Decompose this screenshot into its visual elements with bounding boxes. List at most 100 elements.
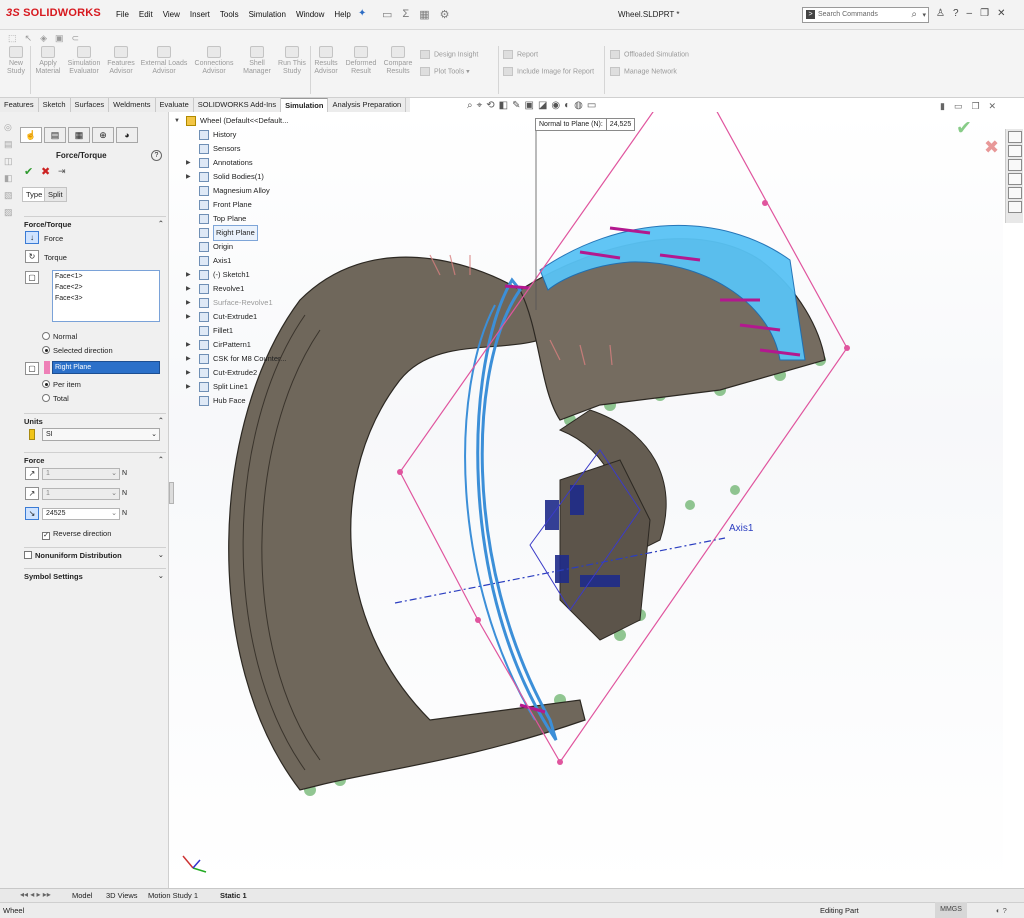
wheel-rim-surface[interactable] [228,256,586,791]
menu-insert[interactable]: Insert [185,10,215,19]
expand-icon[interactable]: ▶ [186,282,191,296]
graphics-area[interactable] [169,99,1003,888]
material-icon[interactable]: ▨ [4,207,16,218]
hide-show-items-icon[interactable]: ◉ [551,100,560,111]
chevron-down-icon[interactable]: ⌄ [158,550,164,559]
annotation-icon[interactable]: ◧ [4,173,16,184]
pushpin-icon[interactable]: ⇥ [58,166,66,177]
group-force[interactable]: Force ⌃ [24,452,166,465]
design-library-icon[interactable] [1007,145,1022,157]
help-icon[interactable]: ? [151,150,162,161]
group-symbol-settings[interactable]: Symbol Settings ⌄ [24,568,166,581]
panel-splitter-handle[interactable] [169,482,174,504]
compare-results-button[interactable]: Compare Results [382,46,414,76]
minimize-icon[interactable]: – [967,8,973,19]
radio-circle[interactable] [42,394,50,402]
manage-network-button[interactable]: Manage Network [610,67,677,76]
viewport-minimize-icon[interactable]: ▭ [954,101,963,112]
save-icon[interactable]: ▣ [55,33,64,44]
tab-surfaces[interactable]: Surfaces [71,98,110,112]
expand-icon[interactable]: ▶ [186,156,191,170]
radio-circle[interactable] [42,346,50,354]
report-button[interactable]: Report [503,50,538,59]
options-gear-icon[interactable]: ⚙ [440,8,450,21]
restore-icon[interactable]: ❐ [980,8,989,19]
chevron-up-icon[interactable]: ⌃ [158,219,164,228]
solidworks-logo[interactable]: 3S SOLIDWORKS [6,7,101,19]
smart-dimension-icon[interactable]: ◈ [40,33,47,44]
history-icon[interactable]: ▤ [4,139,16,150]
custom-properties-icon[interactable] [1007,201,1022,213]
force-dir2-input[interactable]: 1 ⌄ [42,488,120,500]
force-dir1-input[interactable]: 1 ⌄ [42,468,120,480]
edit-appearance-icon[interactable]: ◐ [564,100,570,111]
viewport-close-icon[interactable]: ✕ [989,101,997,112]
pin-menu-icon[interactable]: ✦ [358,8,366,19]
dimxpert-tab-icon[interactable]: ⊕ [92,127,114,143]
include-image-button[interactable]: Include Image for Report [503,67,594,76]
radio-circle[interactable] [42,332,50,340]
file-explorer-icon[interactable] [1007,159,1022,171]
selected-direction-radio[interactable]: Selected direction [42,346,113,355]
expand-icon[interactable]: ▶ [186,366,191,380]
chevron-down-icon[interactable]: ⌄ [158,571,164,580]
collapse-icon[interactable]: ▮ [940,101,945,112]
total-radio[interactable]: Total [42,394,69,403]
new-document-icon[interactable]: ▭ [382,8,392,21]
reverse-direction-checkbox[interactable]: ✓ Reverse direction [42,529,111,540]
previous-view-icon[interactable]: ⟲ [486,100,494,111]
expand-icon[interactable]: ▶ [186,268,191,282]
paperclip-icon[interactable]: ⊂ [72,33,80,44]
list-item[interactable]: Face<2> [55,282,159,293]
confirm-cancel-icon[interactable]: ✖ [984,137,999,158]
tab-3d-views[interactable]: 3D Views [106,891,138,900]
expand-icon[interactable]: ▶ [186,380,191,394]
tab-motion-study-1[interactable]: Motion Study 1 [148,891,198,900]
apply-scene-icon[interactable]: ◍ [574,100,583,111]
chevron-down-icon[interactable]: ⌄ [151,430,157,438]
expand-icon[interactable]: ▶ [186,310,191,324]
tab-type[interactable]: Type [22,187,47,202]
zoom-area-icon[interactable]: ⌖ [477,100,483,111]
features-advisor-button[interactable]: Features Advisor [106,46,136,76]
menu-tools[interactable]: Tools [215,10,244,19]
collapse-icon[interactable]: ▼ [174,114,180,128]
tab-static-1[interactable]: Static 1 [220,891,247,900]
tab-scroll-icons[interactable]: ◂◂ ◂ ▸ ▸▸ [20,890,51,899]
new-study-button[interactable]: New Study [5,46,27,76]
simulation-evaluator-button[interactable]: Simulation Evaluator [65,46,103,76]
faces-selection-list[interactable]: Face<1> Face<2> Face<3> [52,270,160,322]
view-settings-icon[interactable]: ▭ [587,100,596,111]
shell-manager-button[interactable]: Shell Manager [242,46,272,76]
display-manager-tab-icon[interactable]: ◕ [116,127,138,143]
offloaded-simulation-button[interactable]: Offloaded Simulation [610,50,689,59]
configuration-manager-tab-icon[interactable]: ▦ [68,127,90,143]
checkbox[interactable]: ✓ [42,532,50,540]
view-orientation-icon[interactable]: ▣ [524,100,533,111]
search-input[interactable]: Search Commands [818,11,878,18]
confirm-check-icon[interactable]: ✔ [956,117,972,140]
unit-system-select[interactable]: SI ⌄ [42,428,160,441]
tab-sketch[interactable]: Sketch [39,98,71,112]
sum-icon[interactable]: Σ [402,8,409,21]
per-item-radio[interactable]: Per item [42,380,81,389]
menu-window[interactable]: Window [291,10,329,19]
resources-icon[interactable] [1007,131,1022,143]
chevron-down-icon[interactable]: ▾ [922,11,926,19]
chevron-up-icon[interactable]: ⌃ [158,455,164,464]
help-icon[interactable]: ? [953,8,959,19]
search-icon[interactable]: ⌕ [911,9,917,20]
tab-features[interactable]: Features [0,98,39,112]
filter-icon[interactable]: ◎ [4,122,16,133]
menu-view[interactable]: View [158,10,185,19]
menu-simulation[interactable]: Simulation [244,10,291,19]
tab-weldments[interactable]: Weldments [109,98,156,112]
tab-analysis-preparation[interactable]: Analysis Preparation [328,98,407,112]
deformed-result-button[interactable]: Deformed Result [343,46,379,76]
results-advisor-button[interactable]: Results Advisor [312,46,340,76]
external-loads-advisor-button[interactable]: External Loads Advisor [139,46,189,76]
tab-simulation[interactable]: Simulation [281,98,329,112]
view-palette-icon[interactable] [1007,173,1022,185]
direction-reference-field[interactable]: Right Plane [52,361,160,374]
expand-icon[interactable]: ▶ [186,338,191,352]
